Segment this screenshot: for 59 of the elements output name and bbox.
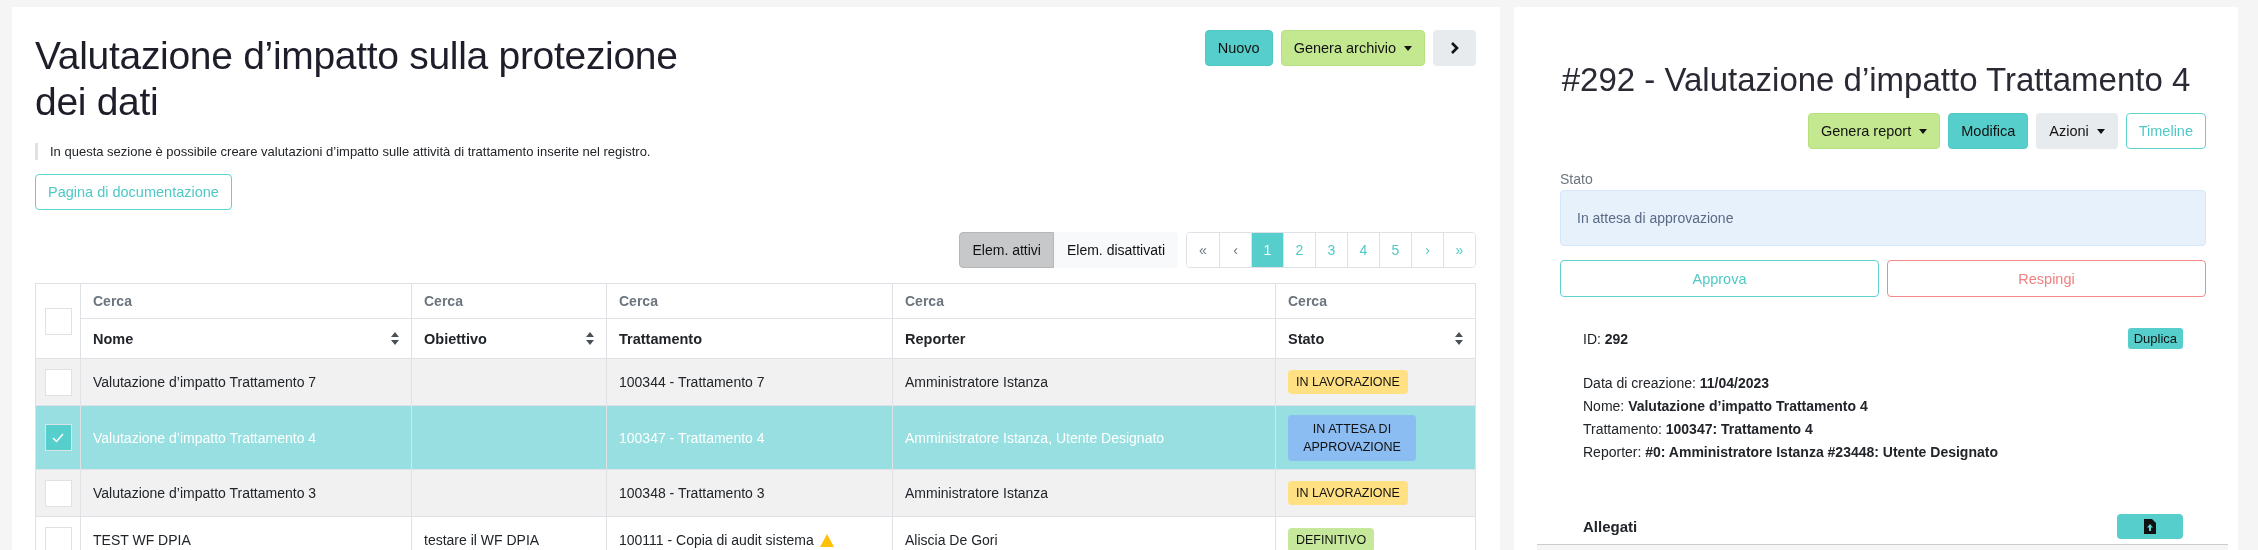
- id-text: ID: 292: [1583, 330, 1629, 347]
- table-cell: Aliscia De Gori: [905, 532, 998, 548]
- row-checkbox[interactable]: [44, 368, 72, 396]
- table-cell: 100348 - Trattamento 3: [619, 485, 765, 501]
- chevron-right-icon: [1449, 41, 1460, 55]
- sort-icon[interactable]: [586, 332, 594, 345]
- status-label: Stato: [1560, 171, 1594, 187]
- table-cell: testare il WF DPIA: [424, 532, 540, 548]
- status-badge: IN LAVORAZIONE: [1288, 370, 1408, 394]
- table-cell: Amministratore Istanza, Utente Designato: [905, 429, 1165, 446]
- column-search-field[interactable]: Cerca: [412, 284, 606, 318]
- table-cell: Valutazione d’impatto Trattamento 4: [93, 429, 317, 446]
- action-button[interactable]: Modifica: [1948, 113, 2029, 149]
- file-upload-icon: [2144, 519, 2156, 534]
- detail-field: Reporter: #0: Amministratore Istanza #23448: Utente Designato: [1583, 441, 2206, 464]
- action-button[interactable]: Azioni: [2036, 113, 2118, 149]
- detail-field: Nome: Valutazione d’impatto Trattamento 4: [1583, 395, 2206, 418]
- row-checkbox[interactable]: [44, 424, 72, 451]
- table-cell: 100347 - Trattamento 4: [619, 429, 765, 446]
- column-search-field[interactable]: Cerca: [893, 284, 1275, 318]
- column-header[interactable]: Obiettivo: [424, 330, 487, 347]
- select-all-checkbox[interactable]: [44, 307, 72, 335]
- sort-icon[interactable]: [391, 332, 399, 345]
- table-cell: Amministratore Istanza: [905, 485, 1049, 501]
- toolbar-button[interactable]: Nuovo: [1204, 30, 1273, 66]
- status-badge: DEFINITIVO: [1288, 528, 1375, 550]
- table-cell: 100344 - Trattamento 7: [619, 374, 765, 390]
- toolbar-button[interactable]: Genera archivio: [1280, 30, 1425, 66]
- expand-button[interactable]: [1433, 30, 1476, 66]
- section-description: In questa sezione è possibile creare valutazioni d’impatto sulle attività di trattamento inserite nel registro.: [35, 143, 705, 160]
- table-cell: 100111 - Copia di audit sistema: [619, 532, 814, 548]
- duplicate-button[interactable]: Duplica: [2127, 328, 2183, 349]
- sort-icon[interactable]: [1455, 332, 1463, 345]
- filter-toggle[interactable]: Elem. attivi: [959, 232, 1054, 268]
- table-cell: Amministratore Istanza: [905, 374, 1049, 390]
- action-button[interactable]: Genera report: [1807, 113, 1941, 149]
- row-checkbox[interactable]: [44, 526, 72, 550]
- status-badge: IN ATTESA DI APPROVAZIONE: [1288, 414, 1416, 461]
- page-title: Valutazione d’impatto sulla protezione dei dati: [35, 33, 679, 125]
- detail-title: #292 - Valutazione d’impatto Trattamento 4: [1560, 61, 2192, 99]
- table-cell: TEST WF DPIA: [93, 532, 191, 548]
- column-search-field[interactable]: Cerca: [1276, 284, 1475, 318]
- table-cell: Valutazione d’impatto Trattamento 7: [93, 374, 317, 390]
- table-cell: Valutazione d’impatto Trattamento 3: [93, 485, 317, 501]
- status-alert: In attesa di approvazione: [1560, 190, 2206, 246]
- column-header[interactable]: Nome: [93, 330, 134, 347]
- column-header[interactable]: Stato: [1288, 330, 1325, 347]
- column-search-field[interactable]: Cerca: [81, 284, 411, 318]
- check-icon: [52, 432, 64, 443]
- attachments-heading: Allegati: [1583, 518, 1638, 535]
- status-badge: IN LAVORAZIONE: [1288, 481, 1408, 505]
- column-header[interactable]: Reporter: [905, 330, 966, 347]
- upload-button[interactable]: [2117, 514, 2183, 539]
- filter-toggle[interactable]: Elem. disattivati: [1053, 232, 1178, 268]
- detail-field: Data di creazione: 11/04/2023: [1583, 372, 2206, 395]
- detail-field: Trattamento: 100347: Trattamento 4: [1583, 418, 2206, 441]
- column-search-field[interactable]: Cerca: [607, 284, 892, 318]
- row-checkbox[interactable]: [44, 479, 72, 507]
- column-header[interactable]: Trattamento: [619, 330, 702, 347]
